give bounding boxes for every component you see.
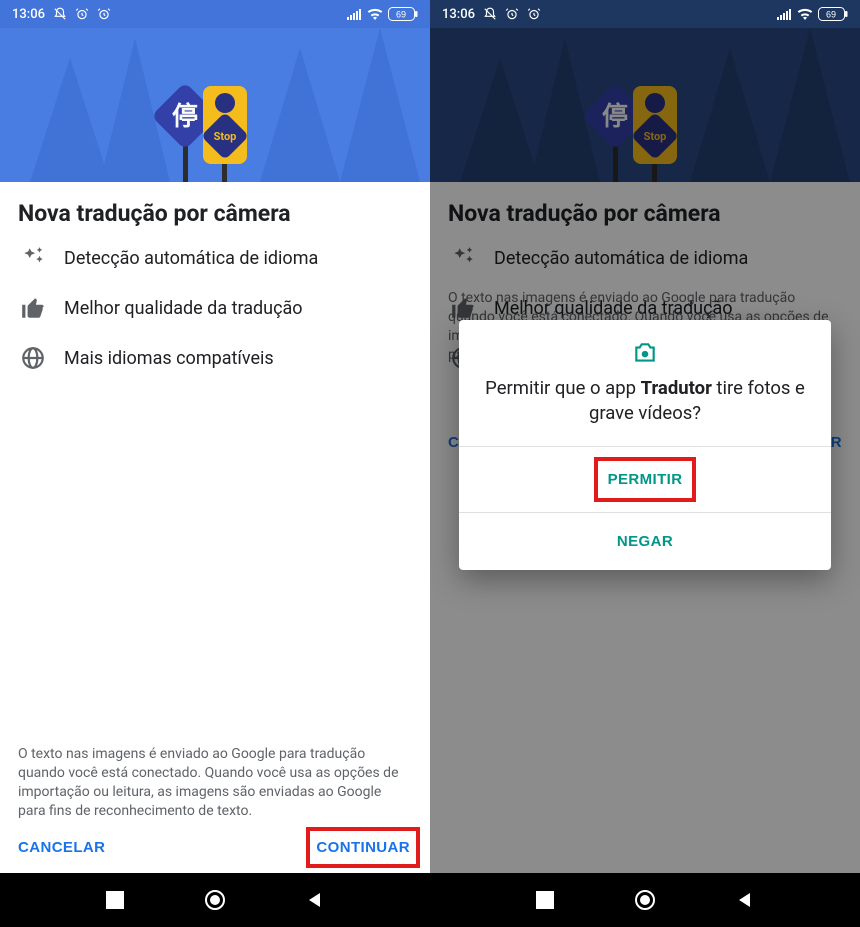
notification-muted-icon bbox=[53, 7, 67, 21]
highlight-allow: PERMITIR bbox=[594, 457, 697, 502]
disclaimer-text: O texto nas imagens é enviado ao Google … bbox=[0, 745, 430, 821]
phone-screenshot-2: 13:06 69 bbox=[430, 0, 860, 927]
battery-icon: 69 bbox=[818, 7, 848, 21]
nav-home-icon[interactable] bbox=[634, 889, 656, 911]
phone-screenshot-1: 13:06 69 bbox=[0, 0, 430, 927]
feature-3: Mais idiomas compatíveis bbox=[18, 345, 412, 371]
alarm-icon bbox=[505, 7, 519, 21]
highlight-continue: CONTINUAR bbox=[306, 827, 420, 868]
continue-button[interactable]: CONTINUAR bbox=[312, 833, 414, 862]
nav-recent-icon[interactable] bbox=[106, 891, 124, 909]
status-bar: 13:06 69 bbox=[0, 0, 430, 28]
cancel-button[interactable]: CANCELAR bbox=[10, 829, 113, 866]
android-navbar bbox=[0, 873, 430, 927]
feature-1-label: Detecção automática de idioma bbox=[64, 248, 318, 269]
thumb-up-icon bbox=[18, 295, 48, 321]
wifi-icon bbox=[367, 8, 383, 20]
alarm-icon bbox=[75, 7, 89, 21]
feature-3-label: Mais idiomas compatíveis bbox=[64, 348, 274, 369]
hero-illustration: 停 Stop bbox=[0, 28, 430, 182]
status-bar: 13:06 69 bbox=[430, 0, 860, 28]
android-navbar bbox=[430, 873, 860, 927]
feature-2: Melhor qualidade da tradução bbox=[18, 295, 412, 321]
signal-icon bbox=[347, 8, 362, 20]
nav-recent-icon[interactable] bbox=[536, 891, 554, 909]
nav-back-icon[interactable] bbox=[306, 891, 324, 909]
nav-home-icon[interactable] bbox=[204, 889, 226, 911]
dialog-msg-prefix: Permitir que o app bbox=[485, 377, 640, 399]
alarm-icon-2 bbox=[527, 7, 541, 21]
dialog-app-name: Tradutor bbox=[641, 377, 712, 399]
feature-1: Detecção automática de idioma bbox=[18, 245, 412, 271]
feature-2-label: Melhor qualidade da tradução bbox=[64, 298, 303, 319]
page-title: Nova tradução por câmera bbox=[18, 200, 412, 227]
status-time: 13:06 bbox=[12, 7, 45, 22]
globe-icon bbox=[18, 345, 48, 371]
permission-dialog: Permitir que o app Tradutor tire fotos e… bbox=[459, 320, 831, 570]
status-time: 13:06 bbox=[442, 7, 475, 22]
sign-cn-text: 停 bbox=[172, 101, 198, 132]
signal-icon bbox=[777, 8, 792, 20]
content-area: Nova tradução por câmera Detecção automá… bbox=[0, 182, 430, 371]
alarm-icon-2 bbox=[97, 7, 111, 21]
sign-en-text: Stop bbox=[214, 130, 237, 143]
battery-level: 69 bbox=[396, 10, 406, 20]
nav-back-icon[interactable] bbox=[736, 891, 754, 909]
wifi-icon bbox=[797, 8, 813, 20]
dialog-message: Permitir que o app Tradutor tire fotos e… bbox=[481, 376, 809, 426]
notification-muted-icon bbox=[483, 7, 497, 21]
dialog-allow-button[interactable]: PERMITIR bbox=[608, 465, 683, 494]
action-row: CANCELAR CONTINUAR bbox=[0, 821, 430, 873]
camera-icon bbox=[481, 340, 809, 366]
battery-icon: 69 bbox=[388, 7, 418, 21]
dialog-deny-button[interactable]: NEGAR bbox=[459, 513, 831, 570]
svg-text:69: 69 bbox=[826, 10, 836, 20]
sparkle-icon bbox=[18, 245, 48, 271]
